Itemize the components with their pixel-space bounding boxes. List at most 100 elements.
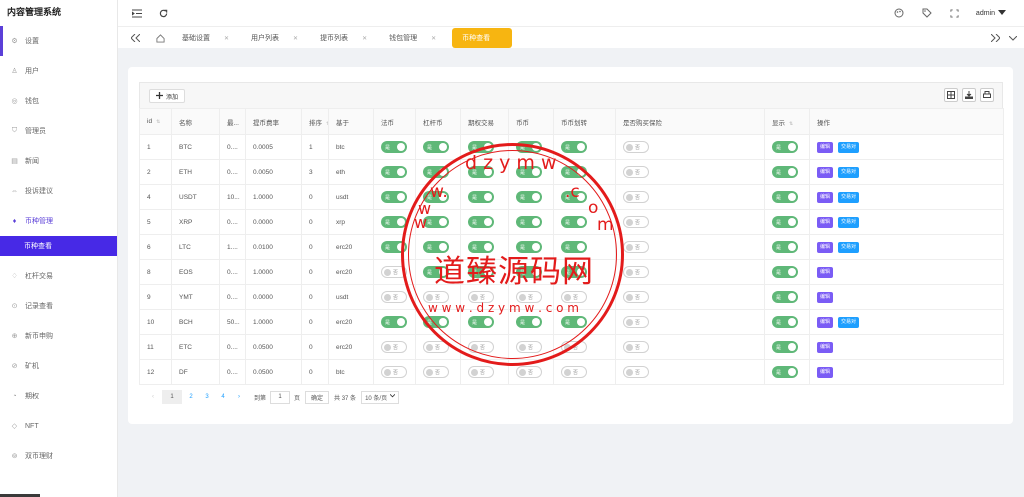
fullscreen-icon[interactable] bbox=[948, 6, 962, 20]
tabs-scroll-left-icon[interactable] bbox=[128, 31, 142, 45]
column-header[interactable]: 是否购买保险 bbox=[615, 108, 765, 135]
sidebar-item-10[interactable]: ⊕ 新币申购 bbox=[0, 321, 117, 351]
insure-toggle[interactable]: 否 bbox=[623, 316, 649, 328]
lever-toggle[interactable]: 是 bbox=[423, 316, 449, 328]
show-toggle[interactable]: 是 bbox=[772, 216, 798, 228]
column-header[interactable]: 法币 bbox=[373, 108, 416, 135]
show-toggle[interactable]: 是 bbox=[772, 141, 798, 153]
column-header[interactable]: 期权交易 bbox=[460, 108, 509, 135]
column-header[interactable]: 名称 bbox=[171, 108, 220, 135]
theme-palette-icon[interactable] bbox=[892, 6, 906, 20]
home-icon[interactable] bbox=[153, 31, 167, 45]
column-header[interactable]: 币币划转 bbox=[553, 108, 616, 135]
trade-pair-button[interactable]: 交易对 bbox=[838, 241, 860, 253]
fiat-toggle[interactable]: 是 bbox=[381, 141, 407, 153]
sidebar-item-9[interactable]: ⊙ 记录查看 bbox=[0, 291, 117, 321]
column-header[interactable]: 基于 bbox=[328, 108, 374, 135]
insure-toggle[interactable]: 否 bbox=[623, 266, 649, 278]
edit-button[interactable]: 编辑 bbox=[817, 216, 834, 228]
sidebar-item-3[interactable]: ◎ 钱包 bbox=[0, 86, 117, 116]
fiat-toggle[interactable]: 是 bbox=[381, 191, 407, 203]
transfer-toggle[interactable]: 是 bbox=[561, 266, 587, 278]
edit-button[interactable]: 编辑 bbox=[817, 266, 834, 278]
fiat-toggle[interactable]: 是 bbox=[381, 241, 407, 253]
tab-close-icon[interactable]: ✕ bbox=[224, 35, 229, 42]
edit-button[interactable]: 编辑 bbox=[817, 241, 834, 253]
trade-pair-button[interactable]: 交易对 bbox=[838, 191, 860, 203]
trade-pair-button[interactable]: 交易对 bbox=[838, 216, 860, 228]
coin-toggle[interactable]: 否 bbox=[516, 341, 542, 353]
transfer-toggle[interactable]: 是 bbox=[561, 316, 587, 328]
edit-button[interactable]: 编辑 bbox=[817, 166, 834, 178]
column-header[interactable]: 杠杆币 bbox=[415, 108, 461, 135]
fiat-toggle[interactable]: 是 bbox=[381, 166, 407, 178]
prev-page-icon[interactable]: ‹ bbox=[146, 390, 160, 404]
option-toggle[interactable]: 是 bbox=[468, 141, 494, 153]
coin-toggle[interactable]: 是 bbox=[516, 166, 542, 178]
show-toggle[interactable]: 是 bbox=[772, 191, 798, 203]
show-toggle[interactable]: 是 bbox=[772, 166, 798, 178]
tab-5[interactable]: 币种查看 bbox=[452, 28, 513, 48]
print-icon[interactable] bbox=[980, 88, 994, 102]
transfer-toggle[interactable]: 否 bbox=[561, 366, 587, 378]
edit-button[interactable]: 编辑 bbox=[817, 366, 834, 378]
sidebar-item-7[interactable]: ♦ 币种管理 bbox=[0, 206, 117, 236]
coin-toggle[interactable]: 否 bbox=[516, 291, 542, 303]
coin-toggle[interactable]: 是 bbox=[516, 141, 542, 153]
page-number[interactable]: 4 bbox=[216, 390, 230, 404]
option-toggle[interactable]: 是 bbox=[468, 166, 494, 178]
sort-icon[interactable]: ⇅ bbox=[789, 121, 793, 127]
sidebar-item-2[interactable]: ♙ 用户 bbox=[0, 56, 117, 86]
option-toggle[interactable]: 是 bbox=[468, 266, 494, 278]
tab-close-icon[interactable]: ✕ bbox=[362, 35, 367, 42]
edit-button[interactable]: 编辑 bbox=[817, 316, 834, 328]
transfer-toggle[interactable]: 否 bbox=[561, 341, 587, 353]
user-menu[interactable]: admin bbox=[976, 9, 1006, 17]
insure-toggle[interactable]: 否 bbox=[623, 366, 649, 378]
edit-button[interactable]: 编辑 bbox=[817, 341, 834, 353]
page-number[interactable]: 3 bbox=[200, 390, 214, 404]
option-toggle[interactable]: 是 bbox=[468, 216, 494, 228]
coin-toggle[interactable]: 是 bbox=[516, 216, 542, 228]
sidebar-item-4[interactable]: ⛉ 管理员 bbox=[0, 116, 117, 146]
lever-toggle[interactable]: 是 bbox=[423, 266, 449, 278]
show-toggle[interactable]: 是 bbox=[772, 341, 798, 353]
goto-confirm-button[interactable]: 确定 bbox=[305, 390, 330, 404]
show-toggle[interactable]: 是 bbox=[772, 316, 798, 328]
sidebar-item-14[interactable]: ⊚ 双币理财 bbox=[0, 441, 117, 471]
transfer-toggle[interactable]: 是 bbox=[561, 216, 587, 228]
insure-toggle[interactable]: 否 bbox=[623, 341, 649, 353]
transfer-toggle[interactable]: 是 bbox=[561, 166, 587, 178]
lever-toggle[interactable]: 是 bbox=[423, 191, 449, 203]
lever-toggle[interactable]: 否 bbox=[423, 341, 449, 353]
coin-toggle[interactable]: 是 bbox=[516, 266, 542, 278]
edit-button[interactable]: 编辑 bbox=[817, 191, 834, 203]
refresh-icon[interactable] bbox=[156, 6, 170, 20]
insure-toggle[interactable]: 否 bbox=[623, 291, 649, 303]
next-page-icon[interactable]: › bbox=[232, 390, 246, 404]
option-toggle[interactable]: 是 bbox=[468, 241, 494, 253]
lever-toggle[interactable]: 是 bbox=[423, 241, 449, 253]
page-number[interactable]: 2 bbox=[184, 390, 198, 404]
column-header[interactable]: 币币 bbox=[508, 108, 554, 135]
column-header[interactable]: 显示 ⇅ bbox=[764, 108, 810, 135]
tab-3[interactable]: 提币列表 ✕ bbox=[314, 28, 373, 48]
goto-page-input[interactable]: 1 bbox=[270, 390, 291, 404]
sidebar-item-11[interactable]: ⊘ 矿机 bbox=[0, 351, 117, 381]
column-header[interactable]: 提币费率 bbox=[245, 108, 302, 135]
fiat-toggle[interactable]: 否 bbox=[381, 341, 407, 353]
coin-toggle[interactable]: 否 bbox=[516, 366, 542, 378]
sidebar-item-8[interactable]: ♢ 杠杆交易 bbox=[0, 261, 117, 291]
transfer-toggle[interactable]: 是 bbox=[561, 191, 587, 203]
coin-toggle[interactable]: 是 bbox=[516, 241, 542, 253]
columns-filter-icon[interactable] bbox=[944, 88, 958, 102]
lever-toggle[interactable]: 是 bbox=[423, 216, 449, 228]
show-toggle[interactable]: 是 bbox=[772, 266, 798, 278]
page-number[interactable]: 1 bbox=[162, 390, 182, 404]
option-toggle[interactable]: 是 bbox=[468, 191, 494, 203]
tag-icon[interactable] bbox=[920, 6, 934, 20]
show-toggle[interactable]: 是 bbox=[772, 291, 798, 303]
edit-button[interactable]: 编辑 bbox=[817, 291, 834, 303]
coin-toggle[interactable]: 是 bbox=[516, 316, 542, 328]
tabs-scroll-right-icon[interactable] bbox=[988, 31, 1002, 45]
